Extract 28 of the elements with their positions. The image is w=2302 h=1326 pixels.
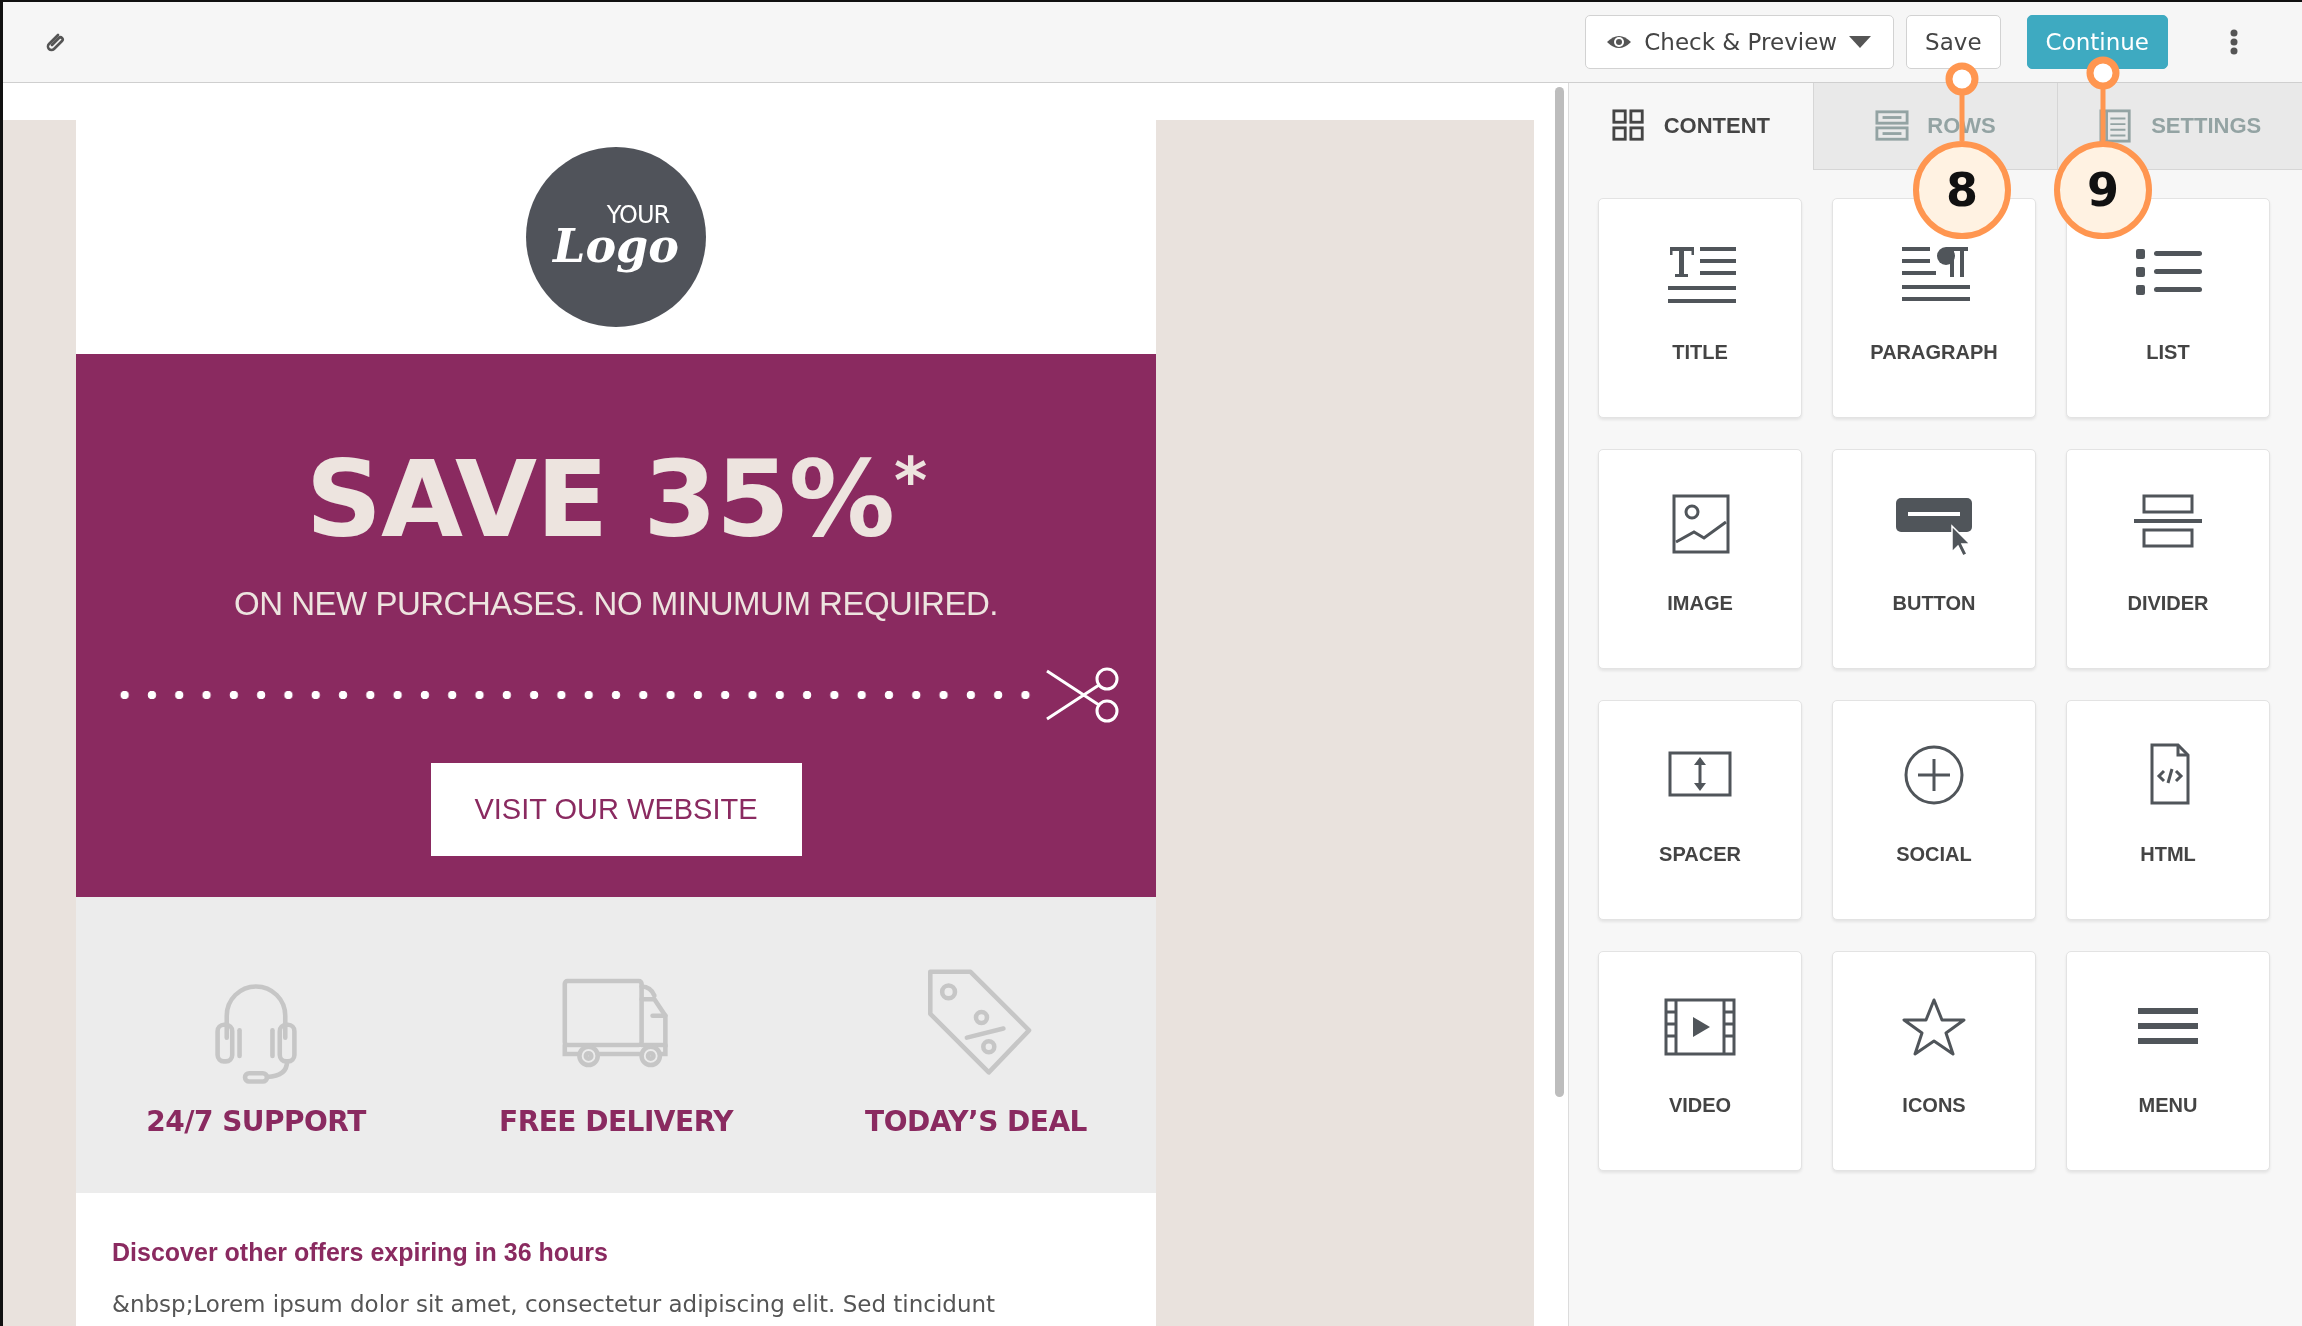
- document-icon: [2099, 108, 2134, 144]
- content-block-tile[interactable]: TITLE: [1598, 198, 1802, 418]
- check-preview-button[interactable]: Check & Preview: [1585, 15, 1895, 69]
- logo: YOUR Logo: [526, 147, 706, 327]
- headline: SAVE 35%$^{*}$: [305, 442, 927, 559]
- content-block-tile[interactable]: VIDEO: [1598, 951, 1802, 1171]
- feature-label: 24/7 SUPPORT: [146, 1105, 366, 1138]
- content-block-tile[interactable]: HTML: [2066, 700, 2270, 920]
- content-block-tile[interactable]: DIVIDER: [2066, 449, 2270, 669]
- body-text: &nbsp;Lorem ipsum dolor sit amet, consectetur adipiscing elit. Sed tincidunt: [112, 1290, 997, 1319]
- more-options-icon[interactable]: [2230, 29, 2238, 55]
- visit-website-button[interactable]: VISIT OUR WEBSITE: [430, 762, 802, 856]
- content-block-tile[interactable]: ICONS: [1832, 951, 2036, 1171]
- content-block-tile[interactable]: BUTTON: [1832, 449, 2036, 669]
- caret-icon: [1849, 36, 1872, 48]
- subheadline: ON NEW PURCHASES. NO MINUMUM REQUIRED.: [234, 584, 998, 623]
- rows-icon: [1875, 108, 1910, 144]
- eye-icon: [1606, 33, 1633, 51]
- feature-label: FREE DELIVERY: [499, 1105, 733, 1138]
- section-heading: Discover other offers expiring in 36 hours: [112, 1237, 609, 1267]
- scrollbar[interactable]: [1555, 87, 1564, 1097]
- grid-icon: [1611, 108, 1646, 144]
- feature-label: TODAY’S DEAL: [865, 1105, 1087, 1138]
- content-block-tile[interactable]: SOCIAL: [1832, 700, 2036, 920]
- save-button[interactable]: Save: [1906, 15, 2001, 69]
- content-block-tile[interactable]: MENU: [2066, 951, 2270, 1171]
- content-block-tile[interactable]: IMAGE: [1598, 449, 1802, 669]
- content-block-tile[interactable]: SPACER: [1598, 700, 1802, 920]
